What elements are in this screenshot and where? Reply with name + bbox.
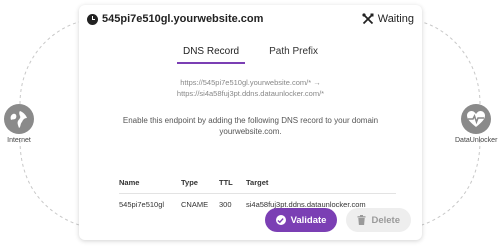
- card-actions: Validate Delete: [264, 208, 411, 232]
- trash-icon: [357, 215, 366, 225]
- tab-path-prefix[interactable]: Path Prefix: [263, 43, 324, 64]
- table-header-row: Name Type TTL Target: [119, 175, 396, 194]
- globe-icon: [4, 104, 34, 134]
- cell-ttl: 300: [219, 200, 232, 209]
- internet-node: Internet: [4, 104, 34, 144]
- tools-icon: [362, 13, 374, 25]
- status-indicator: Waiting: [362, 13, 414, 25]
- tab-bar: DNS Record Path Prefix: [79, 43, 422, 64]
- dataunlocker-node: DataUnlocker: [455, 104, 497, 144]
- redirect-source: https://545pi7e510gl.yourwebsite.com/* →: [180, 78, 321, 87]
- dataunlocker-label: DataUnlocker: [455, 137, 498, 144]
- column-header-name: Name: [119, 175, 181, 194]
- endpoint-card: 545pi7e510gl.yourwebsite.com Waiting DNS…: [79, 5, 422, 240]
- endpoint-host: 545pi7e510gl.yourwebsite.com: [87, 13, 263, 25]
- card-header: 545pi7e510gl.yourwebsite.com Waiting: [79, 5, 422, 33]
- endpoint-hostname: 545pi7e510gl.yourwebsite.com: [102, 13, 264, 25]
- tab-dns-record[interactable]: DNS Record: [176, 43, 246, 64]
- validate-button[interactable]: Validate: [264, 208, 338, 232]
- validate-label: Validate: [290, 214, 327, 226]
- redirect-target: https://si4a58fuj3pt.ddns.dataunlocker.c…: [176, 89, 325, 98]
- delete-button[interactable]: Delete: [346, 208, 411, 232]
- internet-label: Internet: [7, 137, 31, 144]
- heart-pulse-icon: [461, 104, 492, 134]
- instruction-text: Enable this endpoint by adding the follo…: [122, 116, 379, 136]
- delete-label: Delete: [371, 214, 400, 226]
- redirect-mapping: https://545pi7e510gl.yourwebsite.com/* →…: [79, 77, 422, 99]
- column-header-ttl: TTL: [219, 175, 246, 194]
- clock-icon: [87, 13, 98, 25]
- status-text: Waiting: [377, 13, 414, 25]
- check-circle-icon: [275, 215, 286, 225]
- column-header-type: Type: [181, 175, 219, 194]
- cell-type: CNAME: [181, 200, 209, 209]
- cell-name: 545pi7e510gl: [119, 200, 165, 209]
- column-header-target: Target: [246, 175, 396, 194]
- dns-record-table: Name Type TTL Target 545pi7e510gl CNAME …: [119, 175, 396, 212]
